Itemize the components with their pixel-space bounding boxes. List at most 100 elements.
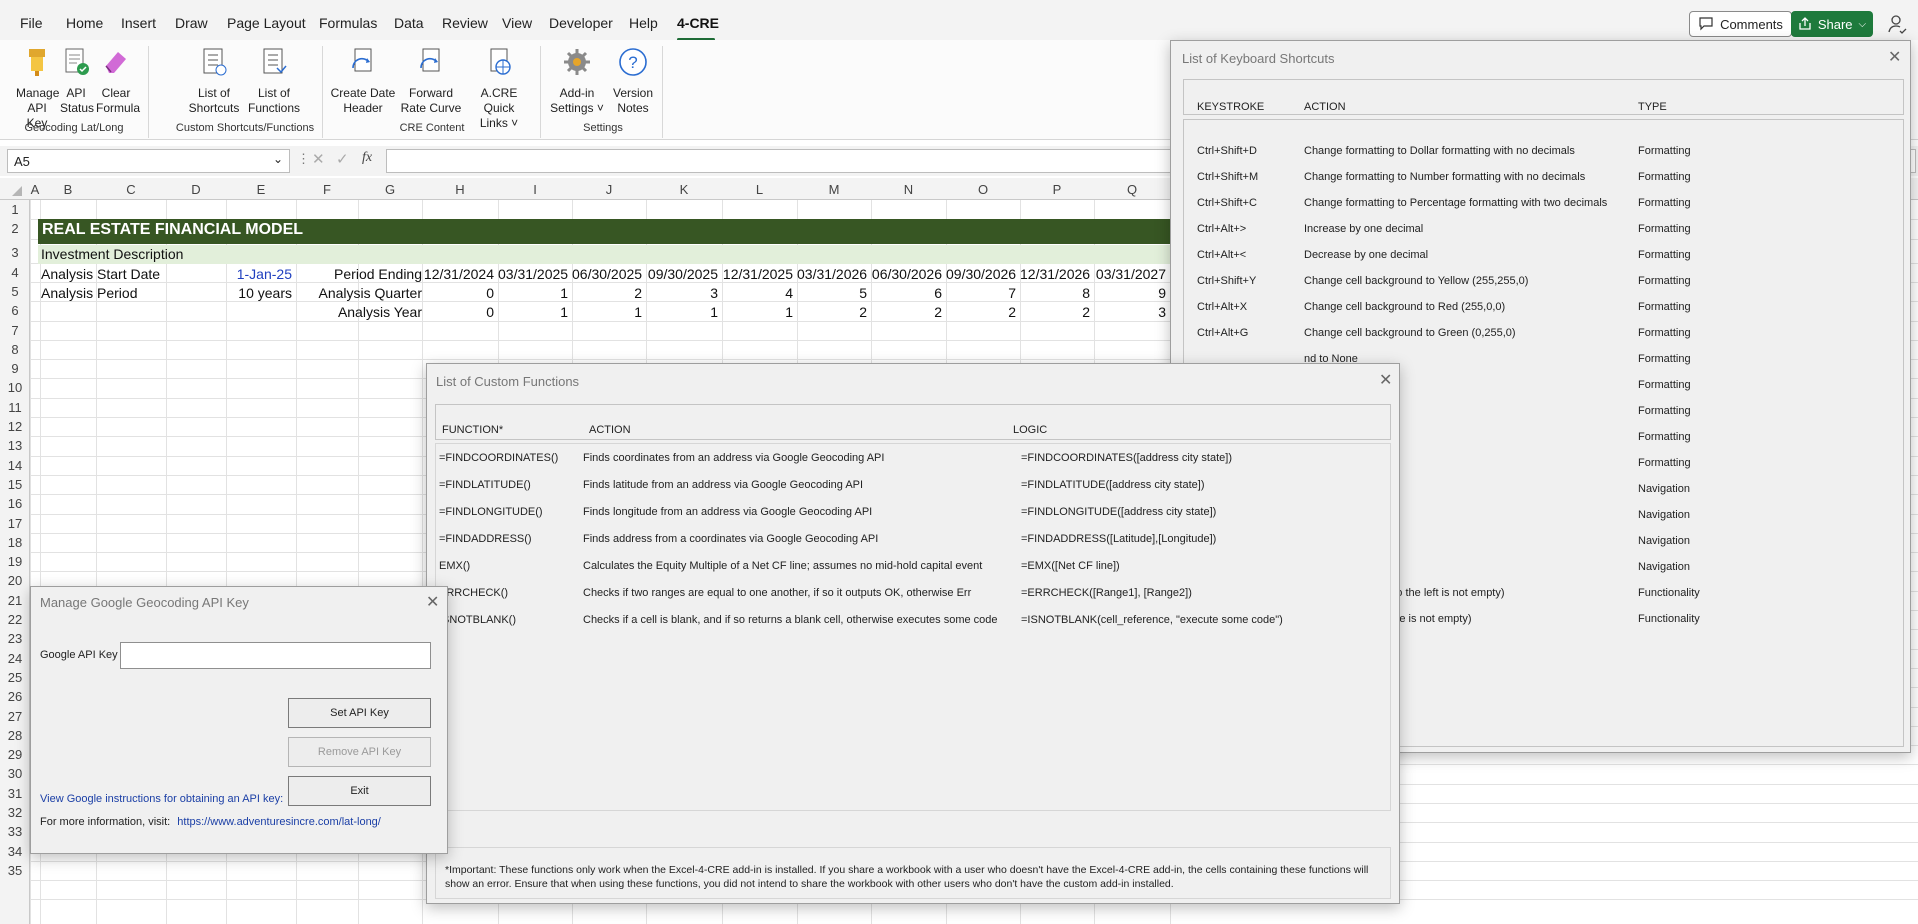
row-header[interactable]: 28	[0, 728, 30, 743]
column-header[interactable]: G	[358, 182, 422, 197]
close-icon[interactable]: ✕	[426, 592, 439, 612]
row-header[interactable]: 22	[0, 612, 30, 627]
column-header[interactable]: B	[40, 182, 96, 197]
acre-quick-links-button[interactable]: A.CRE Quick Links ˅	[464, 46, 534, 131]
cancel-icon[interactable]: ✕	[312, 150, 325, 168]
analysis-year-cell[interactable]: 3	[1094, 304, 1166, 320]
column-header[interactable]: Q	[1094, 182, 1170, 197]
column-header[interactable]: C	[96, 182, 166, 197]
period-ending-cell[interactable]: 09/30/2025	[646, 266, 718, 282]
row-header[interactable]: 32	[0, 805, 30, 820]
column-header[interactable]: E	[226, 182, 296, 197]
row-header[interactable]: 21	[0, 593, 30, 608]
row-header[interactable]: 11	[0, 400, 30, 415]
set-api-key-button[interactable]: Set API Key	[288, 698, 431, 728]
analysis-year-cell[interactable]: 2	[1020, 304, 1090, 320]
menu-developer[interactable]: Developer	[549, 15, 613, 31]
clear-formula-button[interactable]: Clear Formula	[96, 46, 140, 116]
column-header[interactable]: M	[797, 182, 871, 197]
period-ending-cell[interactable]: 03/31/2025	[498, 266, 568, 282]
menu-4-cre[interactable]: 4-CRE	[677, 15, 719, 31]
chevron-down-icon[interactable]: ⌄	[273, 152, 283, 166]
analysis-year-cell[interactable]: 1	[722, 304, 793, 320]
api-status-button[interactable]: API Status	[60, 46, 94, 116]
analysis-quarter-cell[interactable]: 4	[722, 285, 793, 301]
manage-api-key-button[interactable]: Manage API Key	[16, 46, 59, 131]
row-header[interactable]: 29	[0, 747, 30, 762]
period-ending-cell[interactable]: 03/31/2027	[1094, 266, 1166, 282]
name-box[interactable]: A5 ⌄	[7, 149, 290, 173]
forward-rate-curve-button[interactable]: Forward Rate Curve	[400, 46, 462, 116]
analysis-period-value[interactable]: 10 years	[226, 285, 292, 301]
menu-home[interactable]: Home	[66, 15, 103, 31]
list-of-shortcuts-button[interactable]: List of Shortcuts	[188, 46, 240, 116]
exit-button[interactable]: Exit	[288, 776, 431, 806]
select-all-icon[interactable]	[12, 186, 22, 196]
column-header[interactable]: P	[1020, 182, 1094, 197]
analysis-quarter-cell[interactable]: 9	[1094, 285, 1166, 301]
row-header[interactable]: 35	[0, 863, 30, 878]
period-ending-cell[interactable]: 06/30/2025	[572, 266, 642, 282]
period-ending-cell[interactable]: 09/30/2026	[946, 266, 1016, 282]
person-icon[interactable]	[1887, 14, 1907, 34]
close-icon[interactable]: ✕	[1379, 370, 1392, 390]
row-header[interactable]: 13	[0, 438, 30, 453]
row-header[interactable]: 26	[0, 689, 30, 704]
analysis-year-label[interactable]: Analysis Year	[296, 304, 422, 320]
analysis-year-cell[interactable]: 0	[422, 304, 494, 320]
analysis-year-cell[interactable]: 1	[498, 304, 568, 320]
row-header[interactable]: 25	[0, 670, 30, 685]
model-title[interactable]: REAL ESTATE FINANCIAL MODEL	[42, 221, 303, 239]
analysis-quarter-label[interactable]: Analysis Quarter	[296, 285, 422, 301]
column-header[interactable]: D	[166, 182, 226, 197]
menu-data[interactable]: Data	[394, 15, 424, 31]
row-header[interactable]: 7	[0, 323, 30, 338]
row-header[interactable]: 12	[0, 419, 30, 434]
column-header[interactable]: K	[646, 182, 722, 197]
period-ending-cell[interactable]: 12/31/2025	[722, 266, 793, 282]
row-header[interactable]: 27	[0, 709, 30, 724]
more-icon[interactable]: ⋮	[297, 151, 310, 167]
menu-draw[interactable]: Draw	[175, 15, 208, 31]
remove-api-key-button[interactable]: Remove API Key	[288, 737, 431, 767]
row-header[interactable]: 3	[0, 245, 30, 260]
analysis-quarter-cell[interactable]: 8	[1020, 285, 1090, 301]
enter-icon[interactable]: ✓	[336, 150, 349, 168]
analysis-quarter-cell[interactable]: 5	[797, 285, 867, 301]
row-header[interactable]: 10	[0, 380, 30, 395]
column-header[interactable]: O	[946, 182, 1020, 197]
analysis-quarter-cell[interactable]: 0	[422, 285, 494, 301]
column-header[interactable]: L	[722, 182, 797, 197]
menu-page-layout[interactable]: Page Layout	[227, 15, 306, 31]
period-ending-cell[interactable]: 03/31/2026	[797, 266, 867, 282]
analysis-quarter-cell[interactable]: 2	[572, 285, 642, 301]
period-ending-cell[interactable]: 12/31/2026	[1020, 266, 1090, 282]
period-ending-cell[interactable]: 06/30/2026	[871, 266, 942, 282]
analysis-quarter-cell[interactable]: 6	[871, 285, 942, 301]
analysis-year-cell[interactable]: 1	[646, 304, 718, 320]
row-header[interactable]: 9	[0, 361, 30, 376]
column-header[interactable]: I	[498, 182, 572, 197]
analysis-quarter-cell[interactable]: 3	[646, 285, 718, 301]
row-header[interactable]: 15	[0, 477, 30, 492]
more-info-link[interactable]: https://www.adventuresincre.com/lat-long…	[177, 816, 381, 828]
menu-view[interactable]: View	[502, 15, 532, 31]
google-instructions-link[interactable]: View Google instructions for obtaining a…	[40, 793, 283, 805]
menu-file[interactable]: File	[20, 15, 43, 31]
analysis-year-cell[interactable]: 2	[871, 304, 942, 320]
analysis-year-cell[interactable]: 2	[797, 304, 867, 320]
row-header[interactable]: 24	[0, 651, 30, 666]
row-header[interactable]: 20	[0, 573, 30, 588]
row-header[interactable]: 17	[0, 516, 30, 531]
add-in-settings-button[interactable]: Add-in Settings ˅	[548, 46, 606, 116]
column-header[interactable]: N	[871, 182, 946, 197]
row-header[interactable]: 4	[0, 265, 30, 280]
menu-insert[interactable]: Insert	[121, 15, 156, 31]
column-header[interactable]: F	[296, 182, 358, 197]
row-header[interactable]: 33	[0, 824, 30, 839]
list-of-functions-button[interactable]: List of Functions	[246, 46, 302, 116]
column-header[interactable]: A	[30, 182, 40, 197]
comments-button[interactable]: Comments	[1689, 11, 1792, 37]
share-button[interactable]: Share ⌵	[1791, 11, 1873, 37]
column-header[interactable]: H	[422, 182, 498, 197]
